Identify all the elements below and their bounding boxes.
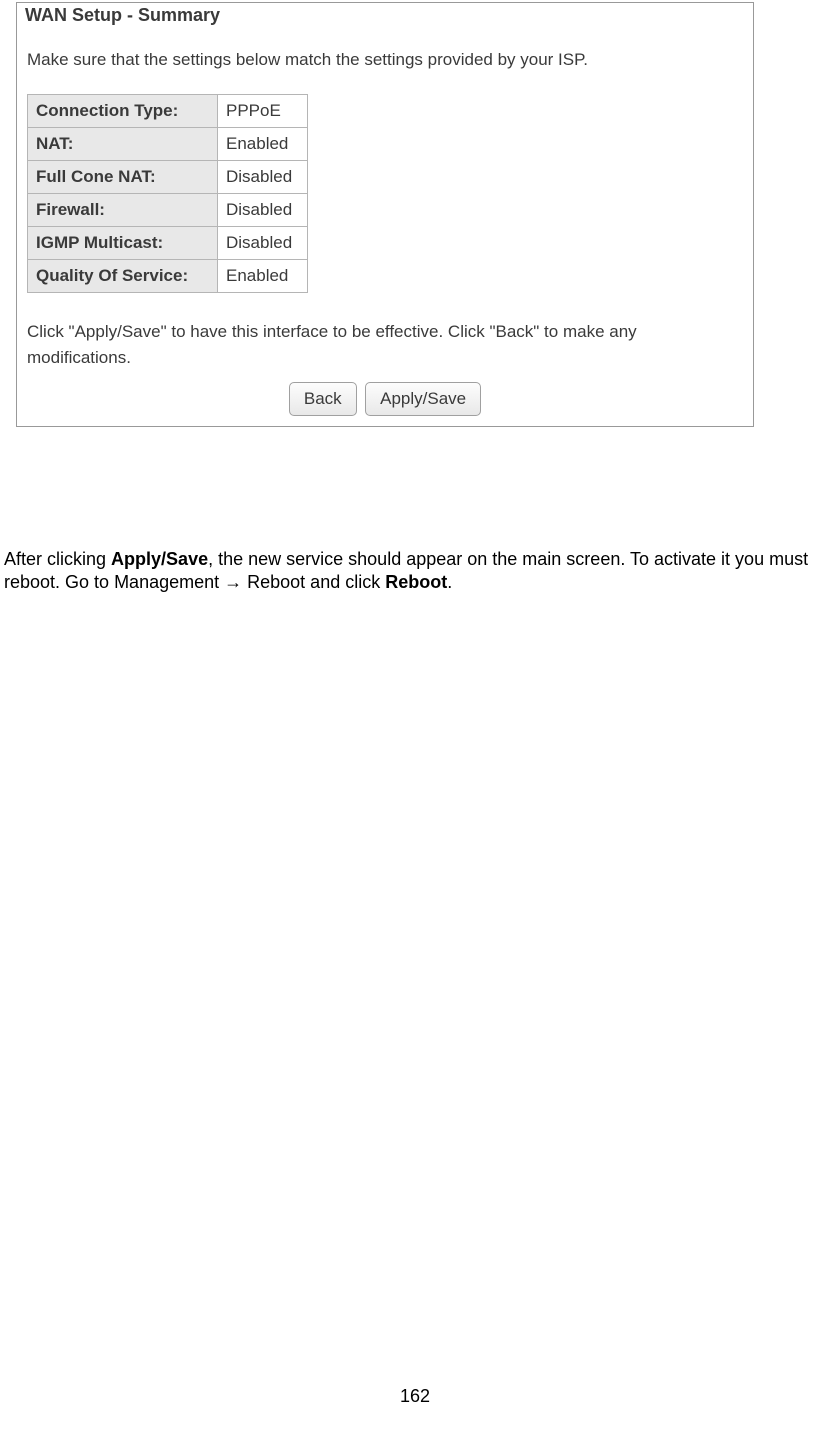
connection-type-label: Connection Type: (28, 95, 218, 128)
qos-value: Enabled (218, 260, 308, 293)
text-segment: After clicking (4, 549, 111, 569)
button-row: Back Apply/Save (27, 382, 743, 416)
apply-save-bold: Apply/Save (111, 549, 208, 569)
firewall-value: Disabled (218, 194, 308, 227)
qos-label: Quality Of Service: (28, 260, 218, 293)
igmp-multicast-value: Disabled (218, 227, 308, 260)
back-button[interactable]: Back (289, 382, 357, 416)
connection-type-value: PPPoE (218, 95, 308, 128)
table-row: Connection Type: PPPoE (28, 95, 308, 128)
firewall-label: Firewall: (28, 194, 218, 227)
text-segment: Reboot and click (242, 572, 385, 592)
apply-save-button[interactable]: Apply/Save (365, 382, 481, 416)
panel-title: WAN Setup - Summary (25, 5, 743, 26)
nat-label: NAT: (28, 128, 218, 161)
page-number: 162 (0, 1386, 830, 1407)
nat-value: Enabled (218, 128, 308, 161)
table-row: Full Cone NAT: Disabled (28, 161, 308, 194)
wan-setup-panel: WAN Setup - Summary Make sure that the s… (16, 2, 754, 427)
panel-help-text: Click "Apply/Save" to have this interfac… (27, 319, 743, 370)
reboot-bold: Reboot (385, 572, 447, 592)
document-instruction-text: After clicking Apply/Save, the new servi… (4, 548, 828, 595)
full-cone-nat-label: Full Cone NAT: (28, 161, 218, 194)
table-row: Quality Of Service: Enabled (28, 260, 308, 293)
table-row: NAT: Enabled (28, 128, 308, 161)
arrow-icon: → (224, 572, 242, 592)
full-cone-nat-value: Disabled (218, 161, 308, 194)
table-row: Firewall: Disabled (28, 194, 308, 227)
igmp-multicast-label: IGMP Multicast: (28, 227, 218, 260)
panel-instruction: Make sure that the settings below match … (27, 50, 743, 70)
table-row: IGMP Multicast: Disabled (28, 227, 308, 260)
settings-table: Connection Type: PPPoE NAT: Enabled Full… (27, 94, 308, 293)
text-segment: . (447, 572, 452, 592)
